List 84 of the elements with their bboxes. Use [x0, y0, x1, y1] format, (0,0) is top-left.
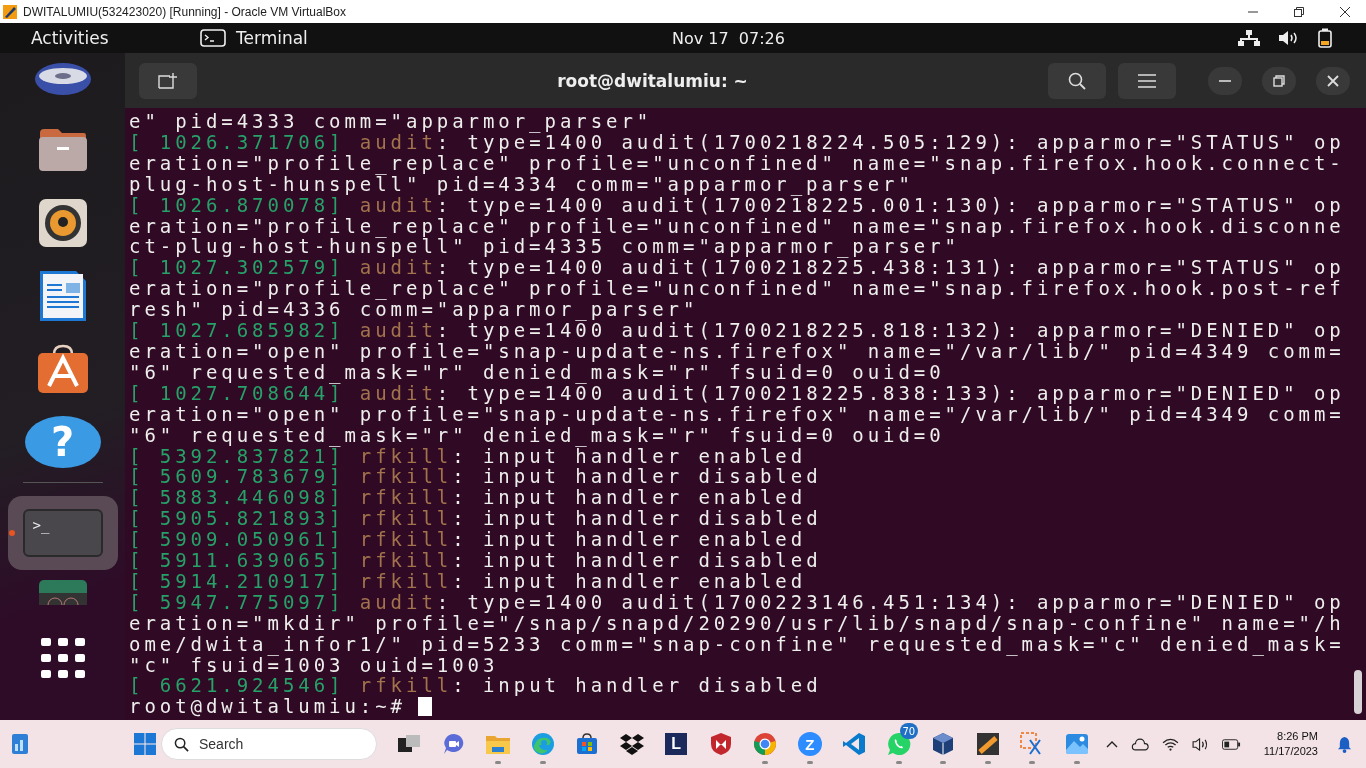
menu-icon	[1138, 73, 1156, 88]
notification-bell-icon[interactable]	[1337, 735, 1352, 753]
app-tile[interactable]: L	[665, 733, 688, 755]
new-tab-button[interactable]	[139, 62, 197, 99]
terminal-line: ct-plug-host-hunspell" pid=4335 comm="apparmor_parser"	[129, 236, 960, 258]
task-view-icon[interactable]	[398, 735, 421, 753]
app-icon	[2, 3, 18, 20]
activities-button[interactable]: Activities	[0, 28, 200, 48]
terminal-icon	[200, 29, 226, 47]
widgets-icon[interactable]	[10, 732, 30, 756]
close-button[interactable]	[1316, 66, 1350, 95]
maximize-button[interactable]	[1262, 66, 1296, 95]
code-editor-icon[interactable]	[842, 732, 867, 756]
shield-icon[interactable]	[709, 732, 732, 756]
terminal-line: [ 5905.821893] rfkill: input handler disabled	[129, 508, 822, 530]
terminal-line: "6" requested_mask="r" denied_mask="r" fsuid=0 ouid=0	[129, 361, 945, 383]
terminal-line: [ 6621.924546] rfkill: input handler disabled	[129, 675, 822, 697]
terminal-icon[interactable]: >_	[22, 509, 103, 557]
terminal-line: eration="profile_replace" profile="unconfined" name="snap.firefox.hook.connect-	[129, 152, 1345, 174]
chevron-up-icon[interactable]	[1105, 740, 1118, 748]
video-chat-icon[interactable]	[441, 733, 466, 755]
search-icon	[1068, 71, 1086, 90]
battery-icon[interactable]	[1318, 28, 1332, 48]
search-input: Search	[199, 736, 349, 752]
terminal-line: [ 1027.685982] audit: type=1400 audit(1700218225.818:132): apparmor="DENIED" op	[129, 320, 1345, 341]
terminal-line: eration="profile_replace" profile="unconfined" name="snap.firefox.hook.post-ref	[129, 278, 1345, 300]
text-cursor	[418, 697, 432, 717]
window-title: DWITALUMIU(532423020) [Running] - Oracle VM VirtualBox	[23, 4, 347, 19]
terminal-line: [ 5883.446098] rfkill: input handler enabled	[129, 487, 807, 509]
menu-button[interactable]	[1118, 62, 1176, 99]
terminal-line: "c" fsuid=1003 ouid=1003	[129, 654, 499, 676]
restore-icon	[1273, 74, 1285, 87]
shopping-bag-icon[interactable]	[36, 343, 89, 394]
minimize-button[interactable]	[1208, 66, 1242, 95]
volume-icon[interactable]	[1278, 30, 1300, 46]
speaker-icon[interactable]	[37, 197, 88, 248]
volume-icon[interactable]	[1191, 737, 1209, 751]
terminal-title: root@dwitalumiu: ~	[556, 70, 749, 91]
box-icon[interactable]	[619, 733, 644, 755]
app-grid-icon[interactable]	[40, 637, 85, 678]
shell-prompt: root@dwitalumiu:~#	[129, 696, 406, 718]
restore-icon[interactable]	[1294, 6, 1304, 17]
folder-icon[interactable]	[485, 733, 512, 755]
app-menu-label[interactable]: Terminal	[236, 28, 308, 48]
battery-icon[interactable]	[1221, 738, 1241, 750]
terminal-line: [ 5609.783679] rfkill: input handler disabled	[129, 466, 822, 488]
app-icon[interactable]	[975, 732, 1000, 756]
terminal-line: eration="profile_replace" profile="unconfined" name="snap.firefox.hook.disconne	[129, 215, 1345, 237]
active-app-highlight[interactable]: >_	[7, 496, 118, 570]
terminal-line: resh" pid=4336 comm="apparmor_parser"	[129, 299, 699, 321]
cloud-icon[interactable]	[1130, 737, 1149, 751]
search-icon	[174, 736, 189, 752]
network-icon[interactable]	[1238, 30, 1260, 46]
terminal-line: "6" requested_mask="r" denied_mask="r" fsuid=0 ouid=0	[129, 424, 945, 446]
browser-icon[interactable]	[753, 732, 778, 756]
terminal-line: [ 5914.210917] rfkill: input handler enabled	[129, 570, 807, 592]
terminal-line: [ 1027.302579] audit: type=1400 audit(1700218225.438:131): apparmor="STATUS" op	[129, 257, 1345, 279]
taskbar-clock[interactable]: 8:26 PM 11/17/2023	[1263, 729, 1318, 759]
terminal-line: [ 5947.775097] audit: type=1400 audit(1700223146.451:134): apparmor="DENIED" op	[129, 591, 1345, 613]
new-tab-icon	[158, 72, 178, 89]
terminal-line: eration="open" profile="snap-update-ns.firefox" name="/var/lib/" pid=4349 comm=	[129, 340, 1345, 362]
terminal-line: ome/dwita_infor1/" pid=5233 comm="snap-confine" requested_mask="c" denied_mask=	[129, 633, 1345, 655]
terminal-line: e" pid=4333 comm="apparmor_parser"	[129, 111, 653, 132]
minimize-icon	[1219, 79, 1231, 82]
notification-badge: 70	[899, 723, 919, 739]
photo-icon[interactable]	[1064, 732, 1089, 756]
document-icon[interactable]	[37, 268, 88, 323]
terminal-line: [ 5911.639065] rfkill: input handler disabled	[129, 550, 822, 571]
disc-icon[interactable]	[32, 61, 93, 97]
terminal-line: eration="open" profile="snap-update-ns.firefox" name="/var/lib/" pid=4349 comm=	[129, 403, 1345, 425]
cube-icon[interactable]	[931, 732, 956, 756]
close-icon[interactable]	[1340, 6, 1350, 17]
start-icon[interactable]	[134, 733, 156, 755]
search-field[interactable]: Search	[161, 728, 377, 760]
store-bag-icon[interactable]	[576, 733, 599, 755]
folder-icon[interactable]	[37, 126, 88, 173]
terminal-line: eration="mkdir" profile="/snap/snapd/20290/usr/lib/snapd/snap-confine" name="/h	[129, 612, 1345, 634]
clock[interactable]: Nov 17 07:26	[672, 28, 785, 48]
scrollbar-thumb[interactable]	[1354, 670, 1362, 714]
close-icon	[1327, 74, 1339, 87]
search-button[interactable]	[1048, 62, 1106, 99]
wifi-icon[interactable]	[1161, 737, 1179, 751]
running-indicator	[9, 530, 15, 536]
terminal-line: [ 5909.050961] rfkill: input handler enabled	[129, 529, 807, 551]
